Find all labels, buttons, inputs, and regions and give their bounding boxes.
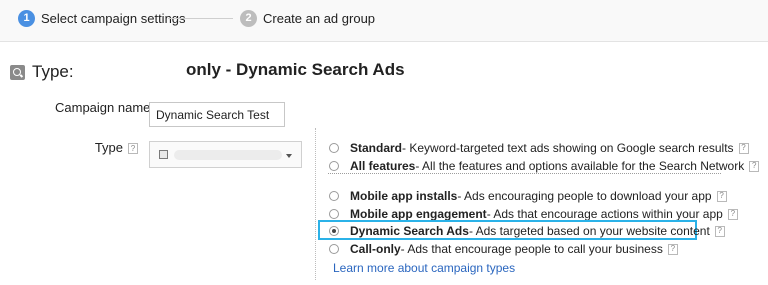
radio-mobile-app-installs[interactable] <box>329 191 339 201</box>
option-call-only[interactable]: Call-only - Ads that encourage people to… <box>329 240 678 258</box>
chevron-down-icon <box>286 154 292 158</box>
type-dropdown[interactable] <box>149 141 302 168</box>
type-field-label-row: Type? <box>60 140 138 155</box>
campaign-name-input[interactable] <box>149 102 285 127</box>
step-2-label: Create an ad group <box>263 10 376 26</box>
step-1-number: 1 <box>18 9 35 27</box>
option-dynamic-search-ads[interactable]: Dynamic Search Ads - Ads targeted based … <box>329 222 725 240</box>
step-1[interactable]: 1 Select campaign settings <box>18 9 186 27</box>
option-mobile-app-installs-title: Mobile app installs <box>350 189 458 203</box>
help-icon[interactable]: ? <box>749 160 760 172</box>
help-icon[interactable]: ? <box>738 142 749 154</box>
step-connector <box>168 18 233 19</box>
network-icon <box>159 150 168 159</box>
radio-standard[interactable] <box>329 143 339 153</box>
option-dynamic-search-ads-desc: - Ads targeted based on your website con… <box>468 224 710 238</box>
radio-call-only[interactable] <box>329 244 339 254</box>
type-heading-label: Type: <box>32 62 74 81</box>
option-standard[interactable]: Standard - Keyword-targeted text ads sho… <box>329 139 749 157</box>
option-mobile-app-engagement-desc: - Ads that encourage actions within your… <box>486 207 723 221</box>
type-heading-value: only - Dynamic Search Ads <box>186 60 405 79</box>
option-mobile-app-installs[interactable]: Mobile app installs - Ads encouraging pe… <box>329 187 727 205</box>
option-all-features-desc: - All the features and options available… <box>415 159 745 173</box>
option-dynamic-search-ads-title: Dynamic Search Ads <box>350 224 469 238</box>
step-2[interactable]: 2 Create an ad group <box>240 9 375 27</box>
help-icon[interactable]: ? <box>716 190 727 202</box>
help-icon[interactable]: ? <box>667 243 678 255</box>
type-dropdown-value-redacted <box>174 150 282 160</box>
campaign-name-label: Campaign name <box>55 100 151 115</box>
option-call-only-title: Call-only <box>350 242 401 256</box>
type-field-label: Type <box>94 140 123 155</box>
step-2-number: 2 <box>240 9 257 27</box>
learn-more-link[interactable]: Learn more about campaign types <box>333 261 515 275</box>
radio-mobile-app-engagement[interactable] <box>329 209 339 219</box>
help-icon[interactable]: ? <box>128 143 138 155</box>
radio-all-features[interactable] <box>329 161 339 171</box>
help-icon[interactable]: ? <box>714 225 725 237</box>
radio-dynamic-search-ads[interactable] <box>329 226 339 236</box>
options-divider <box>315 128 316 280</box>
option-mobile-app-engagement-title: Mobile app engagement <box>350 207 487 221</box>
option-all-features-title: All features <box>350 159 416 173</box>
option-mobile-app-installs-desc: - Ads encouraging people to download you… <box>457 189 712 203</box>
option-call-only-desc: - Ads that encourage people to call your… <box>400 242 663 256</box>
step-1-label: Select campaign settings <box>41 10 186 26</box>
magnifier-icon <box>10 64 25 80</box>
option-standard-title: Standard <box>350 141 403 155</box>
help-icon[interactable]: ? <box>727 208 738 220</box>
options-group-separator <box>328 173 721 174</box>
type-heading: Type: <box>10 62 74 82</box>
campaign-stepper: 1 Select campaign settings 2 Create an a… <box>0 0 768 42</box>
option-standard-desc: - Keyword-targeted text ads showing on G… <box>402 141 734 155</box>
